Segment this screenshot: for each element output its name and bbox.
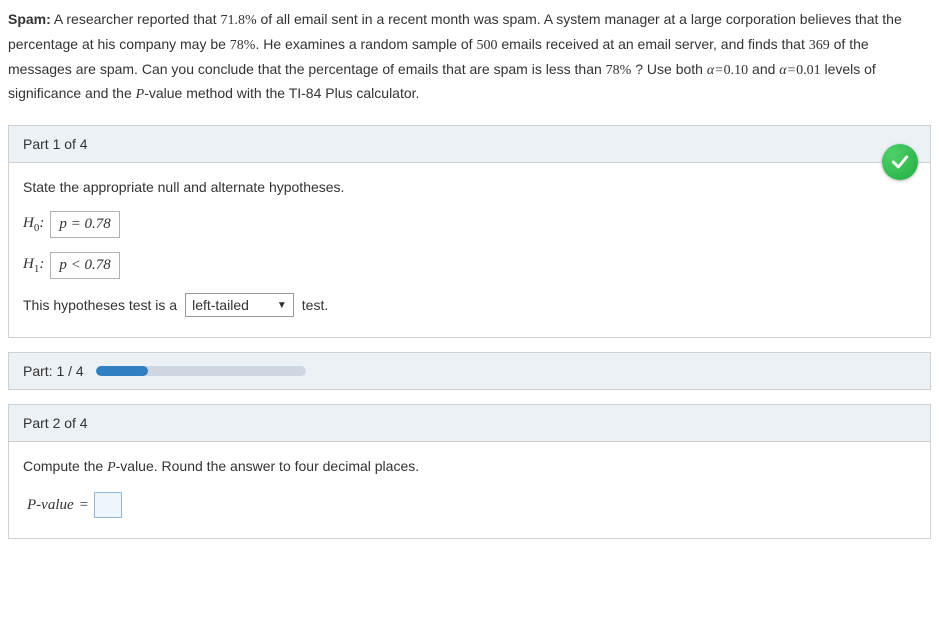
progress-track <box>96 366 306 376</box>
test-type-row: This hypotheses test is a left-tailed ▼ … <box>23 293 916 317</box>
pvalue-row: P-value= <box>27 492 916 518</box>
part1-header: Part 1 of 4 <box>9 126 930 163</box>
correct-icon <box>882 144 918 180</box>
h1-answer[interactable]: p < 0.78 <box>50 252 119 279</box>
part2-header: Part 2 of 4 <box>9 405 930 442</box>
alt-hypothesis-row: H1: p < 0.78 <box>23 252 916 279</box>
part1-card: Part 1 of 4 State the appropriate null a… <box>8 125 931 338</box>
h0-label: H0: <box>23 215 44 234</box>
part1-prompt: State the appropriate null and alternate… <box>23 179 916 195</box>
h1-label: H1: <box>23 256 44 275</box>
test-type-select[interactable]: left-tailed ▼ <box>185 293 294 317</box>
select-value: left-tailed <box>192 297 249 313</box>
part2-prompt: Compute the P-value. Round the answer to… <box>23 458 916 476</box>
null-hypothesis-row: H0: p = 0.78 <box>23 211 916 238</box>
problem-label: Spam: <box>8 11 51 27</box>
chevron-down-icon: ▼ <box>277 300 287 311</box>
progress-fill <box>96 366 149 376</box>
part2-card: Part 2 of 4 Compute the P-value. Round t… <box>8 404 931 539</box>
pvalue-input[interactable] <box>94 492 122 518</box>
h0-answer[interactable]: p = 0.78 <box>50 211 119 238</box>
pvalue-label: P-value <box>27 497 74 514</box>
problem-statement: Spam: A researcher reported that 71.8% o… <box>8 8 931 107</box>
progress-label: Part: 1 / 4 <box>23 363 84 379</box>
progress-card: Part: 1 / 4 <box>8 352 931 390</box>
